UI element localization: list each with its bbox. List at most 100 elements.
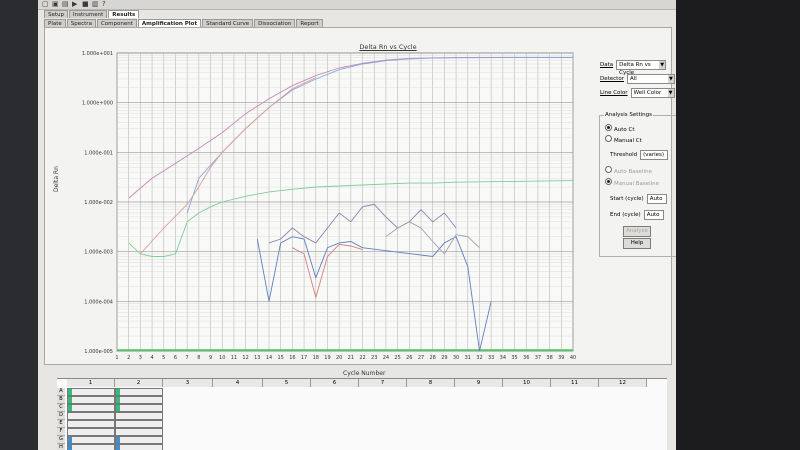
plate-column-header[interactable]: 11: [551, 379, 599, 387]
end-cycle-label: End (cycle): [610, 212, 641, 218]
plate-well[interactable]: [115, 404, 163, 412]
line-color-select[interactable]: Well Color ▼: [630, 88, 675, 98]
x-tick-label: 16: [289, 355, 295, 361]
well-color-marker: [116, 405, 120, 411]
threshold-row: Threshold (varies): [610, 150, 669, 160]
chevron-down-icon: ▼: [667, 89, 674, 97]
y-tick-label: 1.000e-003: [84, 250, 113, 256]
plate-well[interactable]: [67, 404, 115, 412]
print-icon[interactable]: ▤: [62, 1, 69, 8]
amplification-panel: Delta Rn vs Cycle 1 2 3 4 5 6 7 8 9 10 11 12 13 14 15 1…: [44, 27, 672, 377]
manual-ct-option[interactable]: Manual Ct: [605, 135, 642, 144]
chevron-down-icon: ▼: [667, 75, 674, 83]
open-icon[interactable]: ▢: [42, 1, 49, 8]
plate-well[interactable]: [115, 420, 163, 428]
tab-dissociation[interactable]: Dissociation: [254, 19, 296, 27]
x-tick-label: 7: [186, 355, 189, 361]
x-tick-label: 24: [383, 355, 389, 361]
plate-column-header[interactable]: 6: [311, 379, 359, 387]
start-cycle-row: Start (cycle) Auto: [610, 194, 667, 204]
plate-column-header[interactable]: 4: [213, 379, 263, 387]
plate-well[interactable]: [67, 420, 115, 428]
plate-well[interactable]: [67, 388, 115, 396]
plate-row-header[interactable]: D: [57, 412, 65, 420]
well-color-marker: [116, 437, 120, 443]
detector-label: Detector: [600, 76, 624, 82]
x-tick-label: 40: [570, 355, 576, 361]
plate-well[interactable]: [67, 412, 115, 420]
x-tick-label: 27: [418, 355, 424, 361]
plate-row-header[interactable]: H: [57, 444, 65, 450]
x-tick-label: 3: [139, 355, 142, 361]
plate-well[interactable]: [115, 388, 163, 396]
plate-column-header[interactable]: 5: [263, 379, 311, 387]
tab-report[interactable]: Report: [296, 19, 323, 27]
y-tick-label: 1.000e-001: [84, 150, 113, 156]
plate-well[interactable]: [67, 436, 115, 444]
auto-baseline-option[interactable]: Auto Baseline: [605, 166, 652, 175]
x-tick-label: 29: [441, 355, 447, 361]
plate-well[interactable]: [67, 428, 115, 436]
manual-baseline-option[interactable]: Manual Baseline: [605, 178, 659, 187]
stop-icon[interactable]: ■: [82, 1, 89, 8]
plate-row-header[interactable]: A: [57, 388, 65, 396]
plate-column-header[interactable]: 12: [599, 379, 647, 387]
plate-column-header[interactable]: 2: [115, 379, 163, 387]
plate-column-header[interactable]: 10: [503, 379, 551, 387]
line-color-select-value: Well Color: [633, 90, 662, 96]
plate-row-header[interactable]: E: [57, 420, 65, 428]
plate-column-header[interactable]: 7: [359, 379, 407, 387]
run-icon[interactable]: ▶: [72, 1, 79, 8]
plate-column-header[interactable]: 1: [67, 379, 115, 387]
plate-column-header[interactable]: 9: [455, 379, 503, 387]
analyze-button[interactable]: Analyze: [623, 226, 651, 237]
auto-ct-option[interactable]: Auto Ct: [605, 124, 635, 133]
plate-well[interactable]: [67, 444, 115, 450]
plate-column-header[interactable]: 3: [163, 379, 213, 387]
threshold-input[interactable]: (varies): [640, 150, 669, 160]
tab-plate[interactable]: Plate: [44, 19, 66, 27]
plate-row-header[interactable]: B: [57, 396, 65, 404]
x-tick-label: 5: [162, 355, 165, 361]
chevron-down-icon: ▼: [659, 61, 666, 69]
plate-well[interactable]: [115, 436, 163, 444]
end-cycle-input[interactable]: Auto: [643, 210, 664, 220]
tab-amplification-plot[interactable]: Amplification Plot: [137, 19, 202, 27]
tab-component[interactable]: Component: [96, 19, 137, 27]
x-tick-label: 35: [511, 355, 517, 361]
tab-instrument[interactable]: Instrument: [69, 10, 108, 18]
plate-row-header[interactable]: C: [57, 404, 65, 412]
plate-well[interactable]: [115, 412, 163, 420]
report-icon[interactable]: ▥: [92, 1, 99, 8]
plate-row-header[interactable]: G: [57, 436, 65, 444]
plate-column-header[interactable]: 8: [407, 379, 455, 387]
y-tick-label: 1.000e+001: [82, 51, 113, 57]
x-tick-label: 19: [324, 355, 330, 361]
data-select[interactable]: Delta Rn vs Cycle ▼: [616, 60, 667, 76]
x-tick-label: 1: [115, 355, 118, 361]
help-icon[interactable]: ?: [102, 1, 109, 8]
x-tick-label: 21: [348, 355, 354, 361]
manual-ct-label: Manual Ct: [614, 138, 642, 144]
amplification-plot[interactable]: 1 2 3 4 5 6 7 8 9 10 11 12 13 14 15 16 17 18 19 20 21 22 23 24 2…: [45, 28, 671, 364]
x-tick-label: 20: [336, 355, 342, 361]
x-tick-label: 25: [394, 355, 400, 361]
y-tick-label: 1.000e-002: [84, 200, 113, 206]
plate-well[interactable]: [115, 428, 163, 436]
plate-well[interactable]: [67, 396, 115, 404]
manual-baseline-label: Manual Baseline: [614, 181, 660, 187]
tab-results[interactable]: Results: [108, 10, 140, 18]
save-icon[interactable]: ▣: [52, 1, 59, 8]
plate-row-header[interactable]: F: [57, 428, 65, 436]
auto-baseline-label: Auto Baseline: [614, 169, 652, 175]
start-cycle-input[interactable]: Auto: [646, 194, 667, 204]
detector-select[interactable]: All ▼: [626, 74, 675, 84]
plate-well[interactable]: [115, 444, 163, 450]
plate-well[interactable]: [115, 396, 163, 404]
tab-standard-curve[interactable]: Standard Curve: [202, 19, 254, 27]
help-button[interactable]: Help: [623, 238, 651, 249]
tab-setup[interactable]: Setup: [44, 10, 69, 18]
x-tick-label: 22: [359, 355, 365, 361]
tab-spectra[interactable]: Spectra: [66, 19, 96, 27]
data-label: Data: [600, 62, 614, 68]
